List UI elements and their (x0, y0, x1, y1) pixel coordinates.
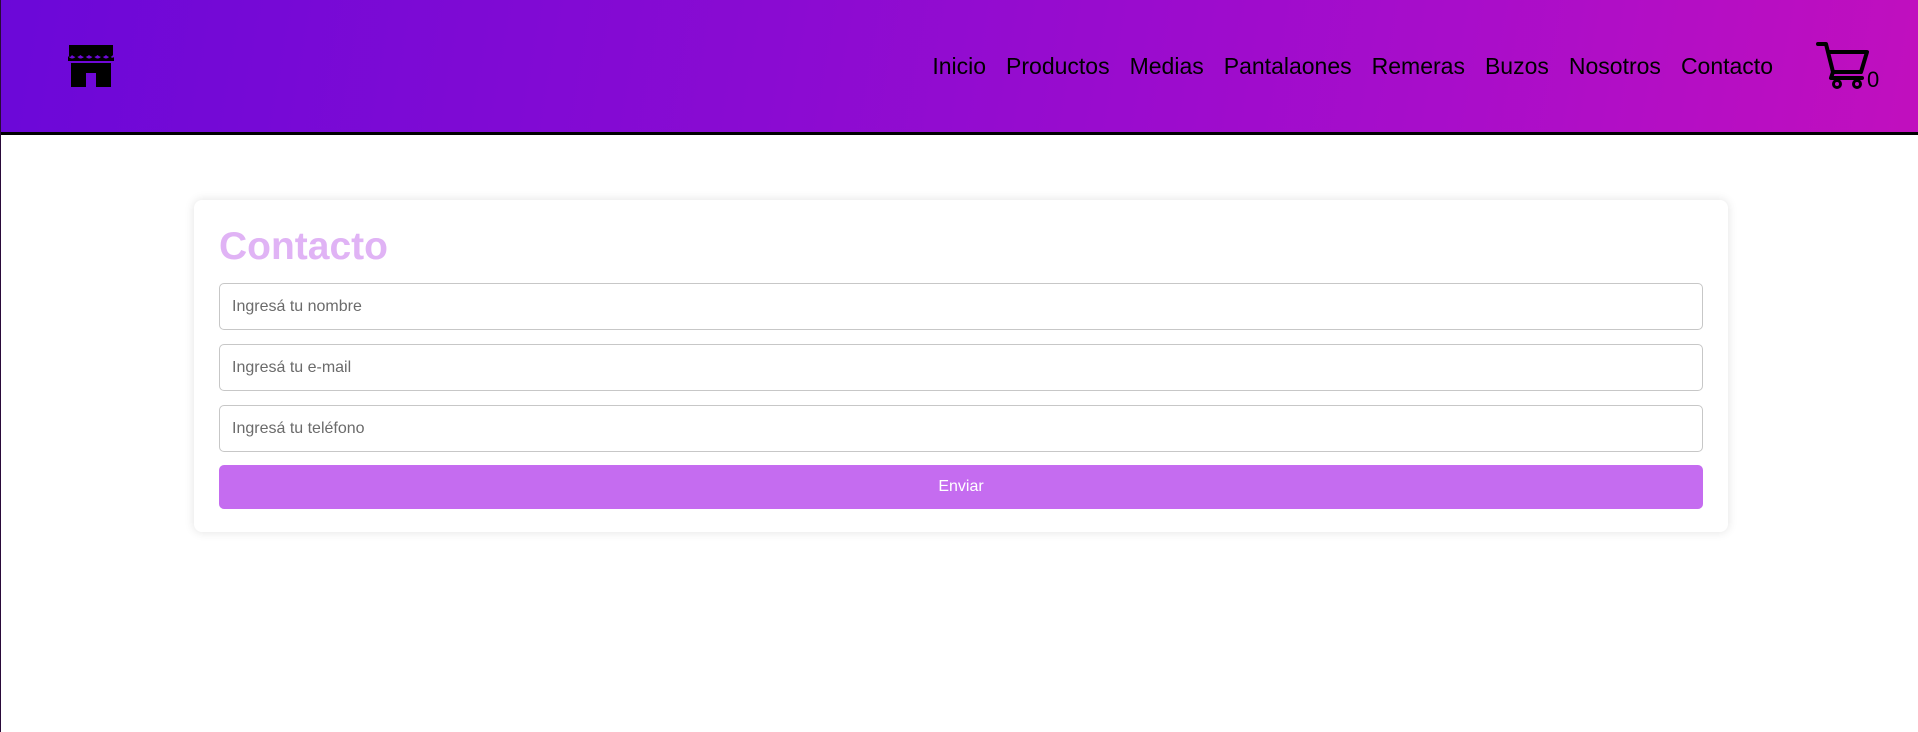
nav-link-productos[interactable]: Productos (1006, 52, 1110, 80)
name-field[interactable] (219, 283, 1703, 330)
contact-card: Contacto Enviar (194, 200, 1728, 532)
contact-title: Contacto (219, 225, 388, 268)
main-nav: Inicio Productos Medias Pantalaones Reme… (912, 52, 1773, 80)
nav-link-inicio[interactable]: Inicio (932, 52, 986, 80)
store-icon[interactable] (66, 42, 116, 88)
email-field[interactable] (219, 344, 1703, 391)
nav-link-contacto[interactable]: Contacto (1681, 52, 1773, 80)
nav-link-medias[interactable]: Medias (1130, 52, 1204, 80)
nav-link-buzos[interactable]: Buzos (1485, 52, 1549, 80)
nav-link-pantalones[interactable]: Pantalaones (1224, 52, 1352, 80)
nav-link-remeras[interactable]: Remeras (1372, 52, 1465, 80)
phone-field[interactable] (219, 405, 1703, 452)
contact-form: Enviar (219, 283, 1703, 509)
page: Inicio Productos Medias Pantalaones Reme… (0, 0, 1918, 732)
nav-link-nosotros[interactable]: Nosotros (1569, 52, 1661, 80)
submit-button[interactable]: Enviar (219, 465, 1703, 509)
cart-count-badge: 0 (1867, 67, 1880, 92)
navbar: Inicio Productos Medias Pantalaones Reme… (1, 0, 1918, 135)
cart-icon[interactable] (1816, 40, 1871, 90)
